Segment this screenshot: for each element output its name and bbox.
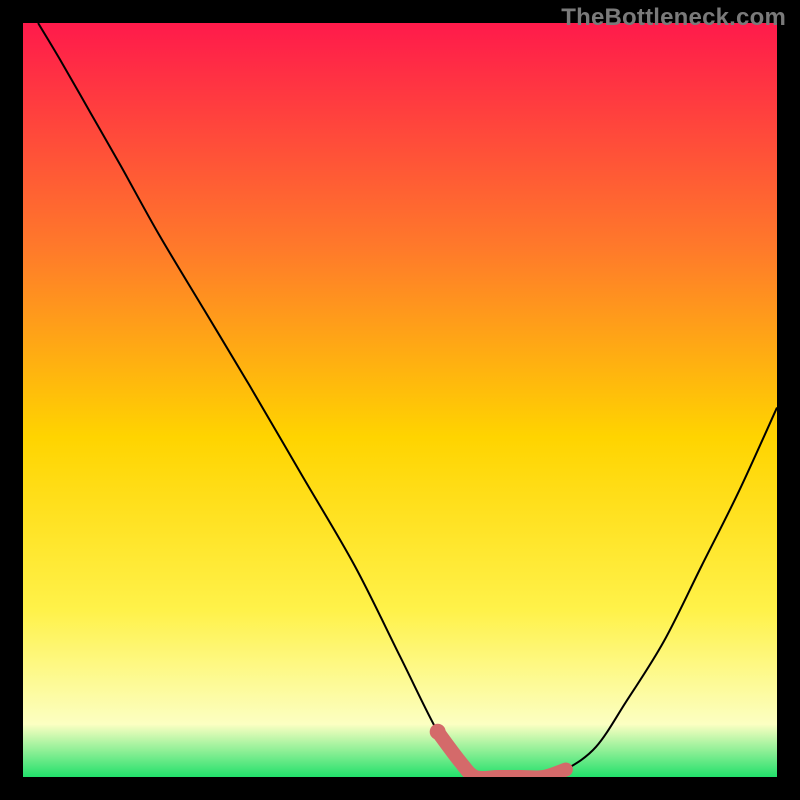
highlight-dot xyxy=(430,724,446,740)
chart-frame: TheBottleneck.com xyxy=(0,0,800,800)
watermark-text: TheBottleneck.com xyxy=(561,4,786,32)
plot-svg xyxy=(23,23,777,777)
plot-area xyxy=(23,23,777,777)
gradient-background xyxy=(23,23,777,777)
